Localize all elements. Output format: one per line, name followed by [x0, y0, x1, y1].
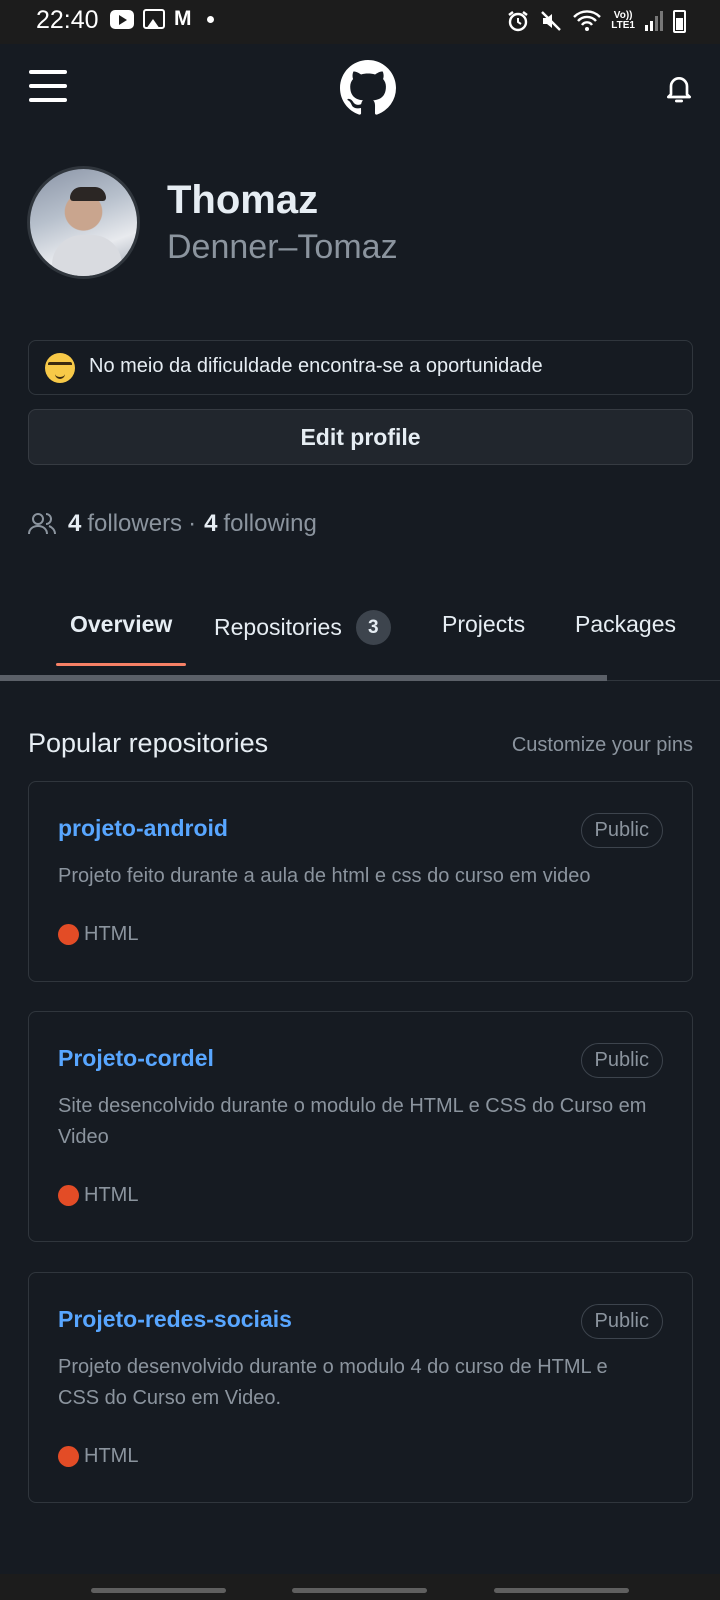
wifi-icon — [573, 10, 602, 31]
profile-name: Thomaz — [167, 178, 319, 222]
follow-stats: 4 followers · 4 following — [28, 510, 317, 538]
youtube-icon — [110, 9, 134, 29]
nav-recents[interactable] — [91, 1588, 226, 1593]
repo-name-link[interactable]: projeto-android — [58, 815, 228, 842]
notification-dot-icon — [206, 15, 214, 23]
following-link[interactable]: following — [223, 510, 316, 538]
signal-icon — [645, 11, 663, 31]
repo-description: Projeto desenvolvido durante o modulo 4 … — [58, 1356, 608, 1409]
gmail-icon: M — [174, 7, 192, 30]
nav-back[interactable] — [494, 1588, 629, 1593]
tab-overview[interactable]: Overview — [70, 611, 172, 638]
repo-card[interactable]: projeto-android Public Projeto feito dur… — [28, 781, 693, 982]
bell-icon[interactable] — [663, 73, 695, 105]
network-type-label: Vo)) LTE1 — [611, 10, 635, 31]
nerd-face-emoji-icon — [45, 353, 75, 383]
repo-description: Site desencolvido durante o modulo de HT… — [58, 1095, 647, 1148]
repo-language: HTML — [58, 1184, 138, 1207]
followers-count[interactable]: 4 — [68, 510, 81, 538]
nav-home[interactable] — [292, 1588, 427, 1593]
repo-card[interactable]: Projeto-redes-sociais Public Projeto des… — [28, 1272, 693, 1503]
section-title: Popular repositories — [28, 728, 269, 758]
tab-packages[interactable]: Packages — [575, 611, 676, 638]
visibility-badge: Public — [580, 1304, 663, 1339]
active-tab-indicator — [56, 663, 186, 666]
status-bar: 22:40 M Vo)) LTE1 — [0, 0, 720, 44]
repo-card[interactable]: Projeto-cordel Public Site desencolvido … — [28, 1011, 693, 1242]
repo-language: HTML — [58, 1445, 138, 1468]
alarm-icon — [508, 11, 529, 32]
system-nav-bar — [0, 1574, 720, 1600]
status-time: 22:40 — [36, 6, 99, 34]
profile-login: Denner–Tomaz — [167, 228, 398, 266]
profile-status[interactable]: No meio da dificuldade encontra-se a opo… — [28, 340, 693, 395]
repo-description: Projeto feito durante a aula de html e c… — [58, 865, 591, 887]
status-text: No meio da dificuldade encontra-se a opo… — [89, 355, 543, 377]
visibility-badge: Public — [580, 813, 663, 848]
edit-profile-button[interactable]: Edit profile — [28, 409, 693, 465]
language-color-dot — [58, 1185, 79, 1206]
battery-icon — [673, 9, 686, 33]
tab-projects[interactable]: Projects — [442, 611, 525, 638]
visibility-badge: Public — [580, 1043, 663, 1078]
mute-icon — [541, 11, 562, 31]
avatar[interactable] — [27, 166, 140, 279]
profile-tabs: Overview Repositories 3 Projects Package… — [0, 595, 720, 681]
github-logo-icon[interactable] — [340, 60, 396, 116]
language-color-dot — [58, 924, 79, 945]
tabs-scrollbar[interactable] — [0, 675, 607, 681]
tab-repositories[interactable]: Repositories 3 — [214, 610, 391, 645]
menu-icon[interactable] — [29, 70, 67, 102]
repo-name-link[interactable]: Projeto-cordel — [58, 1045, 214, 1072]
follow-separator: · — [188, 510, 197, 537]
following-count[interactable]: 4 — [204, 510, 217, 538]
gallery-icon — [143, 9, 165, 29]
repositories-counter: 3 — [355, 610, 391, 645]
repo-name-link[interactable]: Projeto-redes-sociais — [58, 1306, 292, 1333]
repo-language: HTML — [58, 923, 138, 946]
language-color-dot — [58, 1446, 79, 1467]
customize-pins-link[interactable]: Customize your pins — [512, 734, 693, 757]
people-icon — [28, 513, 56, 535]
app-header — [0, 44, 720, 140]
followers-link[interactable]: followers — [87, 510, 182, 538]
